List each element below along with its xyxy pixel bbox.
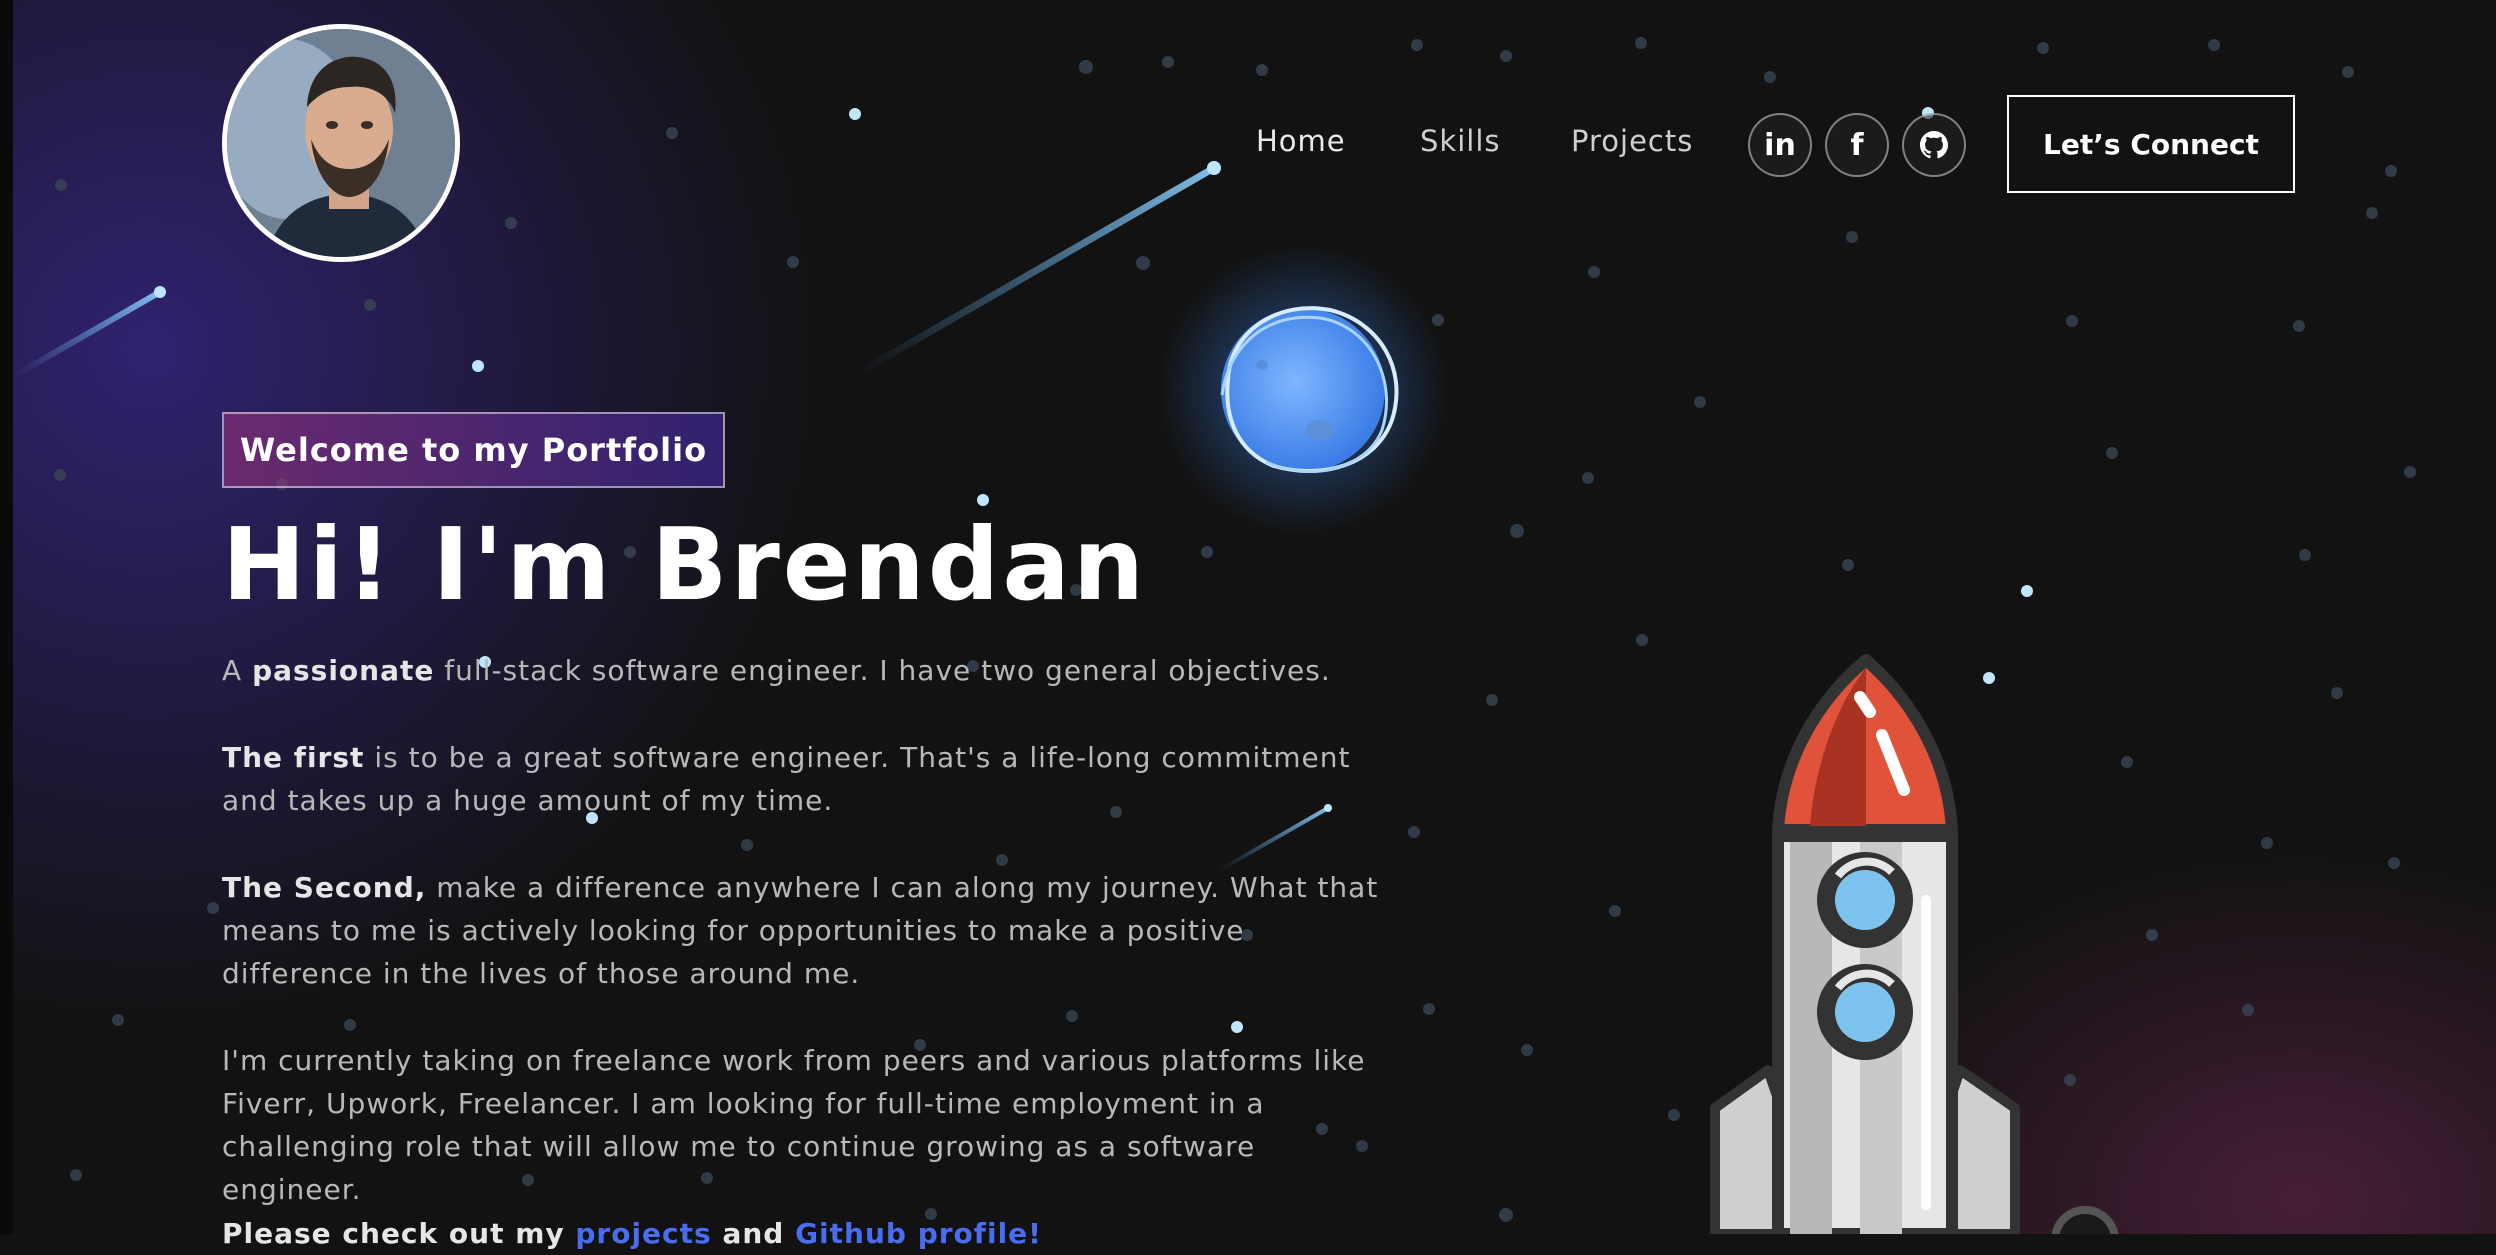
page-title: Hi! I'm Brendan [222, 506, 1148, 623]
github-button[interactable] [1902, 113, 1966, 177]
freelance-paragraph: I'm currently taking on freelance work f… [222, 1044, 1366, 1206]
nav-home[interactable]: Home [1256, 124, 1346, 158]
intro-paragraph: A passionate full-stack software enginee… [222, 649, 1402, 692]
intro-bold: passionate [252, 654, 435, 687]
nav-skills[interactable]: Skills [1420, 124, 1500, 158]
planet [1158, 245, 1448, 535]
lets-connect-button[interactable]: Let’s Connect [2007, 95, 2295, 193]
rocket [1710, 654, 2119, 1234]
welcome-tagline: Welcome to my Portfolio [222, 412, 726, 488]
linkedin-button[interactable]: in [1748, 113, 1812, 177]
intro-suffix: full-stack software engineer. I have two… [434, 654, 1331, 687]
avatar[interactable] [222, 24, 460, 262]
second-objective-bold: The Second, [222, 871, 427, 904]
first-objective-text: is to be a great software engineer. That… [222, 741, 1351, 817]
github-icon [1920, 131, 1948, 159]
first-objective-paragraph: The first is to be a great software engi… [222, 736, 1402, 822]
first-objective-bold: The first [222, 741, 365, 774]
nav-projects[interactable]: Projects [1571, 124, 1693, 158]
facebook-icon: f [1850, 127, 1864, 163]
intro-prefix: A [222, 654, 253, 687]
second-objective-paragraph: The Second, make a difference anywhere I… [222, 866, 1402, 995]
facebook-button[interactable]: f [1825, 113, 1889, 177]
avatar-photo [227, 29, 455, 257]
linkedin-icon: in [1764, 127, 1796, 163]
